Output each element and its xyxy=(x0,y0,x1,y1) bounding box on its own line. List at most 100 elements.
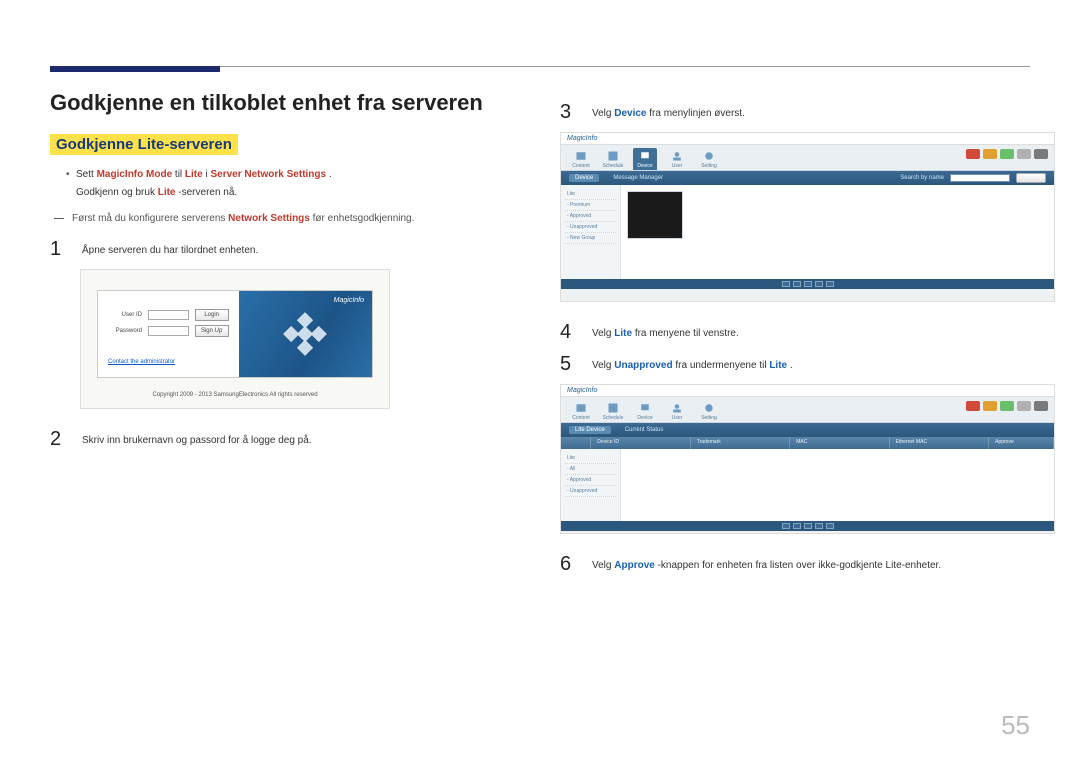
nav-device[interactable]: Device xyxy=(633,402,657,422)
bullet-dot: • xyxy=(66,167,76,183)
login-panel: User ID Login Password Sign Up Contact t… xyxy=(97,290,373,378)
device-subtabs: Device Message Manager Search by name xyxy=(561,171,1054,185)
nav-user[interactable]: User xyxy=(665,402,689,422)
login-button[interactable]: Login xyxy=(195,309,229,321)
status-pin-red xyxy=(966,149,980,159)
password-label: Password xyxy=(108,328,142,334)
page-button[interactable] xyxy=(782,523,790,529)
nav-schedule[interactable]: Schedule xyxy=(601,150,625,170)
page-button[interactable] xyxy=(782,281,790,287)
nav-setting[interactable]: Setting xyxy=(697,150,721,170)
text-fragment: Velg xyxy=(592,328,614,339)
nav-schedule[interactable]: Schedule xyxy=(601,402,625,422)
search-label: Search by name xyxy=(900,175,944,181)
search-input[interactable] xyxy=(950,174,1010,182)
sidebar-item[interactable]: - Approved xyxy=(565,211,616,222)
text-fragment: Først må du konfigurere serverens xyxy=(72,213,228,224)
col-approve: Approve xyxy=(989,437,1054,449)
status-pin-red xyxy=(966,401,980,411)
text-fragment: Godkjenn og bruk xyxy=(76,187,158,198)
device-thumbnail[interactable] xyxy=(627,191,683,239)
password-row: Password Sign Up xyxy=(108,325,229,337)
contact-admin-link[interactable]: Contact the administrator xyxy=(108,359,229,365)
page-button[interactable] xyxy=(815,281,823,287)
text-fragment: fra menyene til venstre. xyxy=(635,328,739,339)
page-button[interactable] xyxy=(793,523,801,529)
step-5: 5 Velg Unapproved fra undermenyene til L… xyxy=(560,352,1030,374)
page-content: Godkjenne en tilkoblet enhet fra servere… xyxy=(0,0,1080,624)
step-text: Velg Device fra menylinjen øverst. xyxy=(592,100,1030,122)
step-number: 1 xyxy=(50,237,68,259)
status-pin-green xyxy=(1000,149,1014,159)
page-button[interactable] xyxy=(826,281,834,287)
sidebar-item[interactable]: - Approved xyxy=(565,475,616,486)
app-titlebar: MagicInfo xyxy=(561,133,1054,145)
subtab-lite-device[interactable]: Lite Device xyxy=(569,426,611,434)
highlight-lite: Lite xyxy=(769,360,787,371)
section-subheading: Godkjenne Lite-serveren xyxy=(50,134,238,155)
export-excel-button[interactable] xyxy=(1016,173,1046,183)
highlight-unapproved: Unapproved xyxy=(614,360,672,371)
nav-device[interactable]: Device xyxy=(633,148,657,170)
text-fragment: før enhetsgodkjenning. xyxy=(313,213,415,224)
note-text: Først må du konfigurere serverens Networ… xyxy=(72,211,414,227)
highlight-lite: Lite xyxy=(185,169,203,180)
step-text: Velg Unapproved fra undermenyene til Lit… xyxy=(592,352,1030,374)
dash-icon: ― xyxy=(54,211,68,227)
subtab-right-tools: Search by name xyxy=(900,173,1046,183)
text-fragment: Sett xyxy=(76,169,97,180)
device-content-area xyxy=(621,185,1054,279)
highlight-magicinfo-mode: MagicInfo Mode xyxy=(97,169,173,180)
lite-table-area xyxy=(621,449,1054,521)
col-checkbox xyxy=(561,437,591,449)
subtab-current-status[interactable]: Current Status xyxy=(619,426,670,434)
subtab-message-manager[interactable]: Message Manager xyxy=(607,174,669,182)
sidebar-item[interactable]: - Premium xyxy=(565,200,616,211)
page-heading: Godkjenne en tilkoblet enhet fra servere… xyxy=(50,90,520,116)
screenshot-login: User ID Login Password Sign Up Contact t… xyxy=(80,269,390,409)
sidebar-item[interactable]: Lite xyxy=(565,189,616,200)
highlight-approve: Approve xyxy=(614,560,655,571)
step-text: Åpne serveren du har tilordnet enheten. xyxy=(82,237,520,259)
highlight-server-network-settings: Server Network Settings xyxy=(210,169,326,180)
sidebar-item[interactable]: - Unapproved xyxy=(565,222,616,233)
header-accent-bar xyxy=(50,66,220,72)
left-column: Godkjenne en tilkoblet enhet fra servere… xyxy=(50,60,520,584)
step-number: 6 xyxy=(560,552,578,574)
brand-text: MagicInfo xyxy=(334,297,364,304)
sidebar-item[interactable]: - Unapproved xyxy=(565,486,616,497)
sidebar-item[interactable]: - All xyxy=(565,464,616,475)
col-device-id: Device ID xyxy=(591,437,690,449)
page-button[interactable] xyxy=(804,281,812,287)
page-button[interactable] xyxy=(815,523,823,529)
pagination-bar xyxy=(561,279,1054,289)
status-pin-orange xyxy=(983,149,997,159)
settings-icon[interactable] xyxy=(1034,401,1048,411)
settings-icon[interactable] xyxy=(1034,149,1048,159)
sidebar-item[interactable]: - New Group xyxy=(565,233,616,244)
text-fragment: Velg xyxy=(592,360,614,371)
subtab-device[interactable]: Device xyxy=(569,174,599,182)
nav-content[interactable]: Content xyxy=(569,402,593,422)
nav-setting[interactable]: Setting xyxy=(697,402,721,422)
screenshot-device-menu: MagicInfo Content Schedule Device User S… xyxy=(560,132,1055,302)
password-input[interactable] xyxy=(148,326,189,336)
step-text: Velg Approve -knappen for enheten fra li… xyxy=(592,552,1030,574)
brand-diamond-icon xyxy=(282,311,328,357)
highlight-device: Device xyxy=(614,108,646,119)
nav-user[interactable]: User xyxy=(665,150,689,170)
page-button[interactable] xyxy=(793,281,801,287)
login-copyright: Copyright 2009 - 2013 SamsungElectronics… xyxy=(81,392,389,398)
signup-button[interactable]: Sign Up xyxy=(195,325,229,337)
page-button[interactable] xyxy=(826,523,834,529)
login-branding: MagicInfo xyxy=(239,291,372,377)
brand-text: MagicInfo xyxy=(567,135,597,142)
step-4: 4 Velg Lite fra menyene til venstre. xyxy=(560,320,1030,342)
screenshot-lite-unapproved: MagicInfo Content Schedule Device User S… xyxy=(560,384,1055,534)
sidebar-item[interactable]: Lite xyxy=(565,453,616,464)
nav-content[interactable]: Content xyxy=(569,150,593,170)
userid-input[interactable] xyxy=(148,310,189,320)
text-fragment: . xyxy=(790,360,793,371)
page-button[interactable] xyxy=(804,523,812,529)
status-pin-orange xyxy=(983,401,997,411)
